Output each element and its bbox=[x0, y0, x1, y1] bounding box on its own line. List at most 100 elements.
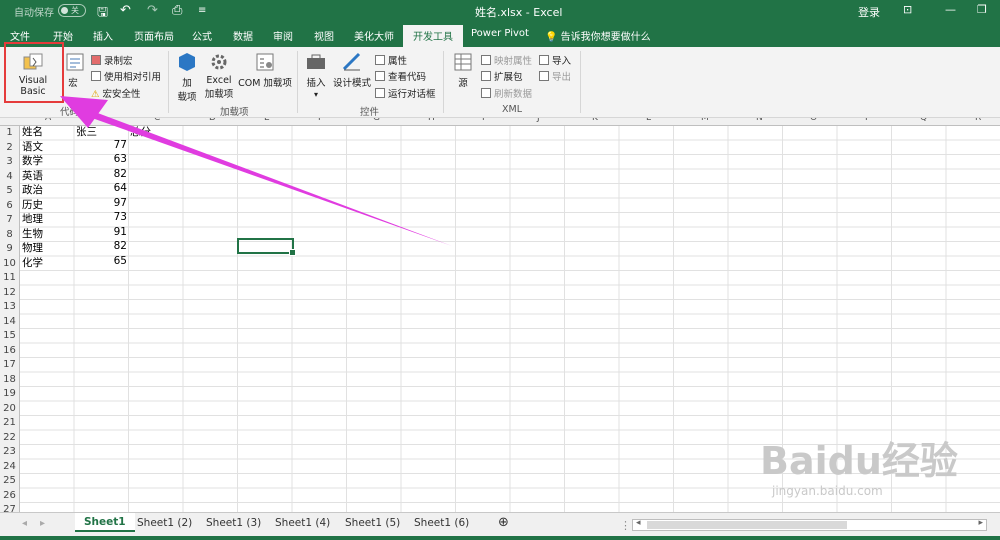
row-header-9[interactable]: 9 bbox=[0, 243, 19, 254]
tab-view[interactable]: 视图 bbox=[314, 28, 334, 43]
minimize-icon[interactable]: — bbox=[945, 3, 956, 16]
tab-insert[interactable]: 插入 bbox=[93, 28, 113, 43]
column-header-j[interactable]: J bbox=[537, 118, 540, 123]
sheet-tab-1[interactable]: Sheet1 bbox=[75, 513, 135, 532]
cell-score[interactable]: 77 bbox=[77, 139, 127, 151]
tab-data[interactable]: 数据 bbox=[233, 28, 253, 43]
insert-control-button[interactable]: 插入 ▾ bbox=[301, 51, 331, 100]
scroll-right-icon[interactable]: ▸ bbox=[40, 518, 45, 529]
tab-review[interactable]: 审阅 bbox=[273, 28, 293, 43]
column-header-q[interactable]: Q bbox=[920, 118, 927, 123]
tab-beautify[interactable]: 美化大师 bbox=[354, 28, 394, 43]
design-mode-button[interactable]: 设计模式 bbox=[332, 51, 372, 89]
ribbon-display-icon[interactable]: ⊡ bbox=[903, 3, 912, 16]
row-header-23[interactable]: 23 bbox=[0, 446, 19, 457]
row-header-26[interactable]: 26 bbox=[0, 490, 19, 501]
cell-subject[interactable]: 化学 bbox=[22, 255, 43, 270]
cell-score[interactable]: 97 bbox=[77, 197, 127, 209]
restore-icon[interactable]: ❐ bbox=[977, 3, 987, 16]
column-header-p[interactable]: P bbox=[865, 118, 870, 123]
add-sheet-icon[interactable]: ⊕ bbox=[498, 515, 509, 530]
excel-addins-button[interactable]: Excel 加载项 bbox=[204, 51, 234, 100]
row-header-15[interactable]: 15 bbox=[0, 330, 19, 341]
expansion-packs-button[interactable]: 扩展包 bbox=[481, 69, 523, 83]
tab-power-pivot[interactable]: Power Pivot bbox=[471, 28, 529, 39]
com-addins-button[interactable]: COM 加载项 bbox=[237, 51, 293, 89]
row-header-16[interactable]: 16 bbox=[0, 345, 19, 356]
cell-subject[interactable]: 语文 bbox=[22, 139, 43, 154]
row-header-18[interactable]: 18 bbox=[0, 374, 19, 385]
cell-a1[interactable]: 姓名 bbox=[22, 124, 43, 139]
sheet-splitter[interactable]: ⋮ bbox=[620, 519, 631, 532]
import-button[interactable]: 导入 bbox=[539, 53, 571, 67]
undo-icon[interactable]: ↶ bbox=[120, 3, 131, 18]
row-header-7[interactable]: 7 bbox=[0, 214, 19, 225]
row-header-25[interactable]: 25 bbox=[0, 475, 19, 486]
cell-score[interactable]: 73 bbox=[77, 211, 127, 223]
row-header-17[interactable]: 17 bbox=[0, 359, 19, 370]
cell-b1[interactable]: 张三 bbox=[76, 124, 97, 139]
cell-score[interactable]: 91 bbox=[77, 226, 127, 238]
selected-cell[interactable] bbox=[237, 238, 296, 256]
addins-button[interactable]: 加载项 bbox=[174, 51, 200, 103]
row-header-19[interactable]: 19 bbox=[0, 388, 19, 399]
map-properties-button[interactable]: 映射属性 bbox=[481, 53, 532, 67]
row-header-14[interactable]: 14 bbox=[0, 316, 19, 327]
column-header-g[interactable]: G bbox=[373, 118, 380, 123]
export-button[interactable]: 导出 bbox=[539, 69, 571, 83]
column-header-n[interactable]: N bbox=[756, 118, 763, 123]
relative-reference-button[interactable]: 使用相对引用 bbox=[91, 69, 161, 83]
view-code-button[interactable]: 查看代码 bbox=[375, 69, 426, 83]
tab-formulas[interactable]: 公式 bbox=[192, 28, 212, 43]
login-button[interactable]: 登录 bbox=[858, 4, 880, 20]
cell-subject[interactable]: 英语 bbox=[22, 168, 43, 183]
column-header-a[interactable]: A bbox=[45, 118, 51, 123]
column-header-d[interactable]: D bbox=[209, 118, 216, 123]
run-dialog-button[interactable]: 运行对话框 bbox=[375, 86, 436, 100]
scroll-left-icon[interactable]: ◂ bbox=[22, 518, 27, 529]
row-header-13[interactable]: 13 bbox=[0, 301, 19, 312]
row-header-1[interactable]: 1 bbox=[0, 127, 19, 138]
column-header-i[interactable]: I bbox=[482, 118, 485, 123]
sheet-tab-4[interactable]: Sheet1 (4) bbox=[275, 517, 330, 529]
cell-score[interactable]: 64 bbox=[77, 182, 127, 194]
row-header-11[interactable]: 11 bbox=[0, 272, 19, 283]
cell-subject[interactable]: 生物 bbox=[22, 226, 43, 241]
column-header-l[interactable]: L bbox=[646, 118, 651, 123]
cell-subject[interactable]: 历史 bbox=[22, 197, 43, 212]
sheet-tab-5[interactable]: Sheet1 (5) bbox=[345, 517, 400, 529]
row-header-8[interactable]: 8 bbox=[0, 229, 19, 240]
column-header-b[interactable]: B bbox=[100, 118, 106, 123]
cell-score[interactable]: 82 bbox=[77, 240, 127, 252]
cell-score[interactable]: 82 bbox=[77, 168, 127, 180]
column-header-f[interactable]: F bbox=[318, 118, 323, 123]
tab-home[interactable]: 开始 bbox=[53, 28, 73, 43]
macro-security-button[interactable]: ⚠ 宏安全性 bbox=[91, 86, 141, 100]
column-header-h[interactable]: H bbox=[428, 118, 435, 123]
xml-source-button[interactable]: 源 bbox=[450, 51, 476, 89]
row-header-5[interactable]: 5 bbox=[0, 185, 19, 196]
record-macro-button[interactable]: 录制宏 bbox=[91, 53, 133, 67]
horizontal-scrollbar[interactable]: ◂ ▸ bbox=[632, 518, 987, 531]
tell-me-search[interactable]: 💡 告诉我你想要做什么 bbox=[545, 28, 651, 43]
column-header-e[interactable]: E bbox=[264, 118, 270, 123]
cell-score[interactable]: 65 bbox=[77, 255, 127, 267]
macros-button[interactable]: 宏 bbox=[64, 51, 84, 89]
row-header-3[interactable]: 3 bbox=[0, 156, 19, 167]
sheet-tab-2[interactable]: Sheet1 (2) bbox=[137, 517, 192, 529]
cell-subject[interactable]: 数学 bbox=[22, 153, 43, 168]
cell-subject[interactable]: 政治 bbox=[22, 182, 43, 197]
autosave-toggle[interactable]: 关 bbox=[58, 4, 86, 17]
sheet-tab-3[interactable]: Sheet1 (3) bbox=[206, 517, 261, 529]
tab-file[interactable]: 文件 bbox=[10, 28, 30, 43]
row-header-10[interactable]: 10 bbox=[0, 258, 19, 269]
properties-button[interactable]: 属性 bbox=[375, 53, 407, 67]
cell-subject[interactable]: 地理 bbox=[22, 211, 43, 226]
customize-qat-icon[interactable]: ≡ bbox=[198, 5, 206, 16]
row-header-24[interactable]: 24 bbox=[0, 461, 19, 472]
print-preview-icon[interactable]: ⎙ bbox=[172, 3, 182, 18]
row-header-4[interactable]: 4 bbox=[0, 171, 19, 182]
cell-score[interactable]: 63 bbox=[77, 153, 127, 165]
row-header-12[interactable]: 12 bbox=[0, 287, 19, 298]
tab-developer[interactable]: 开发工具 bbox=[403, 25, 463, 47]
